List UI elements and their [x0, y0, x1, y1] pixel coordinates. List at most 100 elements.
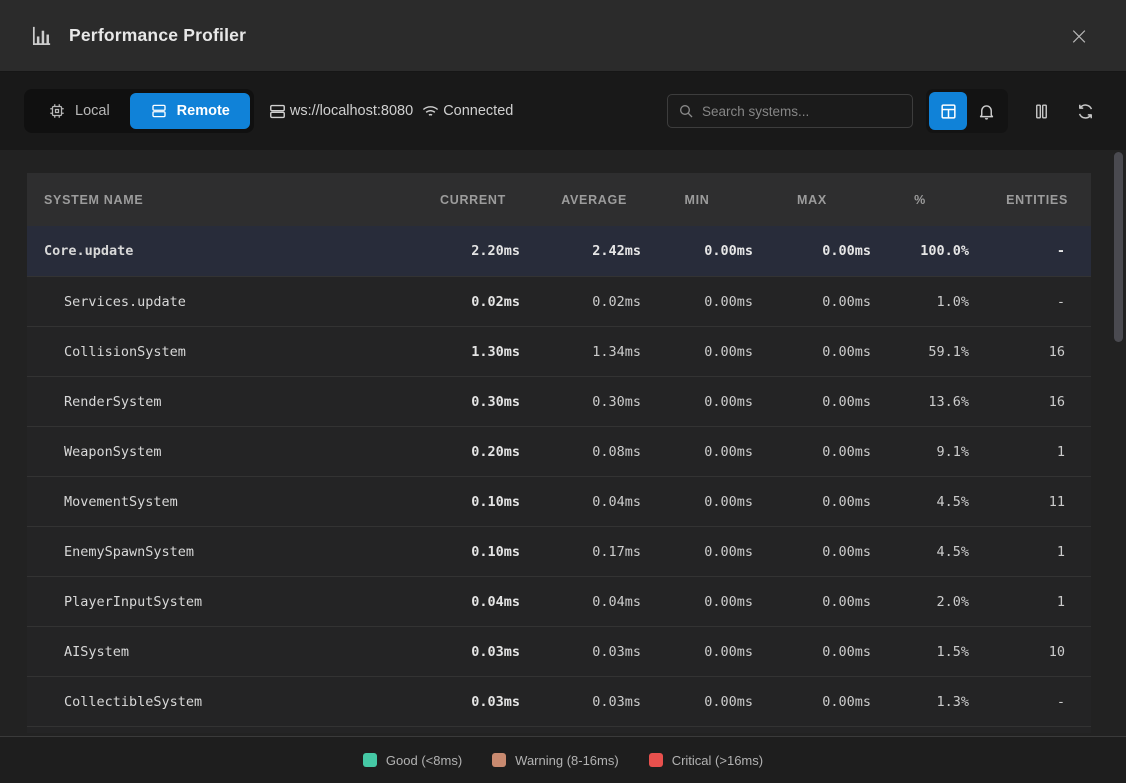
table-row[interactable]: EnemySpawnSystem0.10ms0.17ms0.00ms0.00ms… — [27, 526, 1091, 576]
close-button[interactable]: × — [1062, 19, 1096, 53]
max-cell: 0.00ms — [753, 494, 871, 510]
table-row[interactable]: CollectibleSystem0.03ms0.03ms0.00ms0.00m… — [27, 676, 1091, 726]
search-icon — [678, 103, 694, 119]
search-input[interactable] — [702, 104, 902, 119]
close-icon: × — [1069, 22, 1089, 50]
column-header-average[interactable]: AVERAGE — [520, 193, 641, 207]
view-toggle-group — [926, 89, 1008, 133]
min-cell: 0.00ms — [641, 594, 753, 610]
server-icon — [150, 102, 168, 120]
table-content-area: SYSTEM NAME CURRENT AVERAGE MIN MAX % EN… — [0, 150, 1126, 736]
pause-icon — [1032, 102, 1051, 121]
min-cell: 0.00ms — [641, 394, 753, 410]
percent-cell: 13.6% — [871, 394, 969, 410]
max-cell: 0.00ms — [753, 594, 871, 610]
legend-swatch — [363, 753, 377, 767]
local-toggle-label: Local — [75, 103, 110, 119]
min-cell: 0.00ms — [641, 444, 753, 460]
system-name-cell: CollectibleSystem — [27, 694, 400, 710]
alerts-button[interactable] — [967, 92, 1005, 130]
percent-cell: 1.0% — [871, 294, 969, 310]
min-cell: 0.00ms — [641, 644, 753, 660]
percent-cell: 100.0% — [871, 243, 969, 259]
percent-cell: 1.5% — [871, 644, 969, 660]
entities-cell: 1 — [969, 544, 1091, 560]
legend-label: Warning (8-16ms) — [515, 753, 619, 768]
average-cell: 1.34ms — [520, 344, 641, 360]
cpu-chip-icon — [48, 102, 66, 120]
source-toggle-group: Local Remote — [24, 89, 254, 133]
table-header-row: SYSTEM NAME CURRENT AVERAGE MIN MAX % EN… — [27, 173, 1091, 226]
legend-item: Warning (8-16ms) — [492, 753, 619, 768]
bar-chart-icon — [30, 24, 53, 47]
max-cell: 0.00ms — [753, 394, 871, 410]
legend-swatch — [492, 753, 506, 767]
systems-table: SYSTEM NAME CURRENT AVERAGE MIN MAX % EN… — [27, 173, 1091, 733]
column-header-system-name[interactable]: SYSTEM NAME — [27, 193, 400, 207]
legend-item: Critical (>16ms) — [649, 753, 763, 768]
average-cell: 0.04ms — [520, 494, 641, 510]
entities-cell: 11 — [969, 494, 1091, 510]
table-row[interactable]: Core.update2.20ms2.42ms0.00ms0.00ms100.0… — [27, 226, 1091, 276]
title-bar: Performance Profiler × — [0, 0, 1126, 72]
current-cell: 0.30ms — [400, 394, 520, 410]
table-row[interactable]: RenderSystem0.30ms0.30ms0.00ms0.00ms13.6… — [27, 376, 1091, 426]
min-cell: 0.00ms — [641, 544, 753, 560]
entities-cell: 16 — [969, 344, 1091, 360]
system-name-cell: AISystem — [27, 644, 400, 660]
performance-profiler-window: Performance Profiler × Local — [0, 0, 1126, 783]
average-cell: 0.03ms — [520, 644, 641, 660]
column-header-current[interactable]: CURRENT — [400, 193, 520, 207]
vertical-scrollbar[interactable] — [1113, 152, 1124, 736]
entities-cell: 10 — [969, 644, 1091, 660]
average-cell: 0.03ms — [520, 694, 641, 710]
system-name-cell: PlayerInputSystem — [27, 594, 400, 610]
table-row[interactable]: MovementSystem0.10ms0.04ms0.00ms0.00ms4.… — [27, 476, 1091, 526]
max-cell: 0.00ms — [753, 694, 871, 710]
table-view-button[interactable] — [929, 92, 967, 130]
partially-visible-row — [27, 726, 1091, 733]
pause-button[interactable] — [1024, 94, 1058, 128]
column-header-min[interactable]: MIN — [641, 193, 753, 207]
current-cell: 1.30ms — [400, 344, 520, 360]
table-row[interactable]: CollisionSystem1.30ms1.34ms0.00ms0.00ms5… — [27, 326, 1091, 376]
local-toggle-button[interactable]: Local — [28, 93, 130, 129]
average-cell: 2.42ms — [520, 243, 641, 259]
max-cell: 0.00ms — [753, 243, 871, 259]
current-cell: 0.03ms — [400, 644, 520, 660]
table-row[interactable]: WeaponSystem0.20ms0.08ms0.00ms0.00ms9.1%… — [27, 426, 1091, 476]
current-cell: 2.20ms — [400, 243, 520, 259]
column-header-max[interactable]: MAX — [753, 193, 871, 207]
current-cell: 0.20ms — [400, 444, 520, 460]
bell-icon — [977, 102, 996, 121]
system-name-cell: Services.update — [27, 294, 400, 310]
system-name-cell: EnemySpawnSystem — [27, 544, 400, 560]
system-name-cell: WeaponSystem — [27, 444, 400, 460]
percent-cell: 4.5% — [871, 544, 969, 560]
min-cell: 0.00ms — [641, 243, 753, 259]
min-cell: 0.00ms — [641, 344, 753, 360]
toolbar: Local Remote — [0, 72, 1126, 150]
entities-cell: 1 — [969, 594, 1091, 610]
max-cell: 0.00ms — [753, 644, 871, 660]
system-name-cell: Core.update — [27, 243, 400, 259]
average-cell: 0.30ms — [520, 394, 641, 410]
endpoint-url: ws://localhost:8080 — [290, 103, 413, 119]
remote-toggle-button[interactable]: Remote — [130, 93, 250, 129]
scrollbar-thumb[interactable] — [1114, 152, 1123, 342]
column-header-entities[interactable]: ENTITIES — [969, 193, 1091, 207]
connection-status-label: Connected — [443, 103, 513, 119]
entities-cell: 16 — [969, 394, 1091, 410]
table-layout-icon — [939, 102, 958, 121]
table-row[interactable]: AISystem0.03ms0.03ms0.00ms0.00ms1.5%10 — [27, 626, 1091, 676]
entities-cell: - — [969, 294, 1091, 310]
column-header-percent[interactable]: % — [871, 193, 969, 207]
wifi-icon — [421, 102, 440, 121]
refresh-button[interactable] — [1068, 94, 1102, 128]
connection-status: Connected — [421, 102, 513, 121]
table-row[interactable]: PlayerInputSystem0.04ms0.04ms0.00ms0.00m… — [27, 576, 1091, 626]
table-row[interactable]: Services.update0.02ms0.02ms0.00ms0.00ms1… — [27, 276, 1091, 326]
window-title: Performance Profiler — [69, 25, 246, 46]
current-cell: 0.02ms — [400, 294, 520, 310]
system-name-cell: CollisionSystem — [27, 344, 400, 360]
